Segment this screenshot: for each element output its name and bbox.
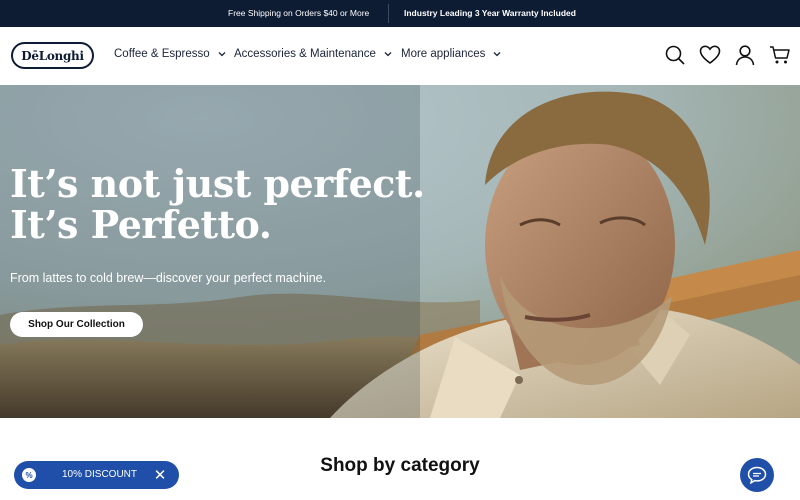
nav-accessories-maintenance[interactable]: Accessories & Maintenance: [234, 48, 393, 60]
discount-label: 10% DISCOUNT: [62, 469, 138, 480]
shipping-message[interactable]: Free Shipping on Orders $40 or More: [228, 8, 369, 18]
chat-button[interactable]: [740, 458, 774, 492]
chevron-down-icon: [493, 52, 501, 57]
nav-label: More appliances: [401, 48, 486, 60]
close-icon[interactable]: ✕: [153, 466, 167, 484]
brand-logo[interactable]: DēLonghi: [11, 42, 94, 69]
nav-label: Accessories & Maintenance: [234, 48, 376, 60]
percent-icon: %: [22, 468, 36, 482]
brand-logo-text: DēLonghi: [21, 48, 84, 63]
nav-label: Coffee & Espresso: [114, 48, 210, 60]
chevron-down-icon: [218, 52, 226, 57]
announcement-divider: [388, 4, 389, 23]
discount-banner[interactable]: % 10% DISCOUNT ✕: [14, 461, 179, 489]
chat-icon: [747, 466, 767, 484]
announcement-bar: Free Shipping on Orders $40 or More Indu…: [0, 0, 800, 27]
warranty-message[interactable]: Industry Leading 3 Year Warranty Include…: [404, 8, 576, 18]
search-icon[interactable]: [664, 44, 686, 66]
hero-banner: It’s not just perfect. It’s Perfetto. Fr…: [0, 85, 800, 418]
account-icon[interactable]: [734, 44, 756, 66]
hero-title-line-2: It’s Perfetto.: [10, 202, 272, 247]
chevron-down-icon: [384, 52, 392, 57]
cart-icon[interactable]: [769, 44, 791, 66]
hero-title: It’s not just perfect. It’s Perfetto.: [10, 163, 425, 245]
hero-image: [0, 85, 800, 418]
nav-coffee-espresso[interactable]: Coffee & Espresso: [114, 48, 227, 60]
hero-title-line-1: It’s not just perfect.: [10, 161, 425, 206]
hero-subtitle: From lattes to cold brew—discover your p…: [10, 271, 327, 285]
heart-icon[interactable]: [699, 44, 721, 66]
site-header: DēLonghi Coffee & Espresso Accessories &…: [0, 27, 800, 85]
nav-more-appliances[interactable]: More appliances: [401, 48, 502, 60]
shop-collection-button[interactable]: Shop Our Collection: [10, 312, 143, 337]
